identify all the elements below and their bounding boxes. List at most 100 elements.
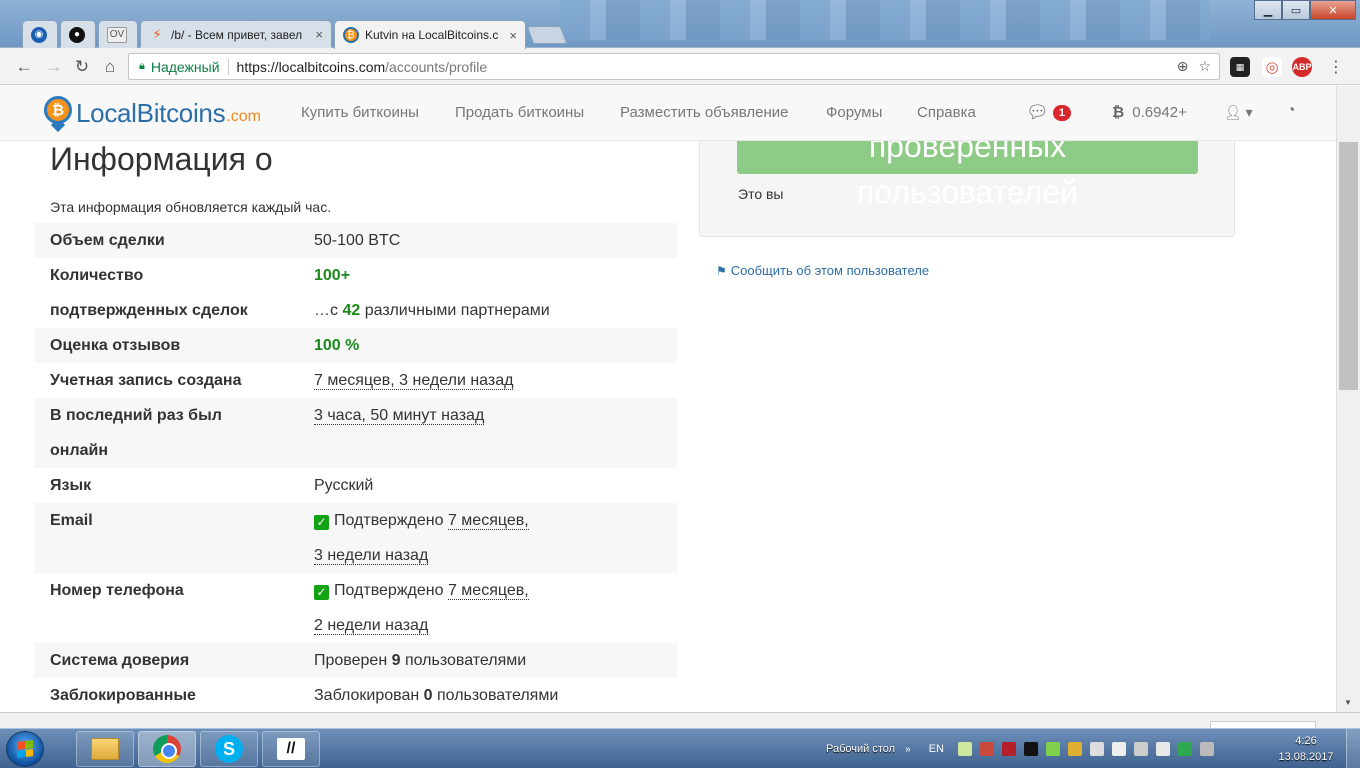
- zoom-icon[interactable]: ⊕: [1177, 58, 1189, 75]
- tray-app-icon[interactable]: [979, 742, 994, 756]
- clock-date: 13.08.2017: [1278, 751, 1334, 763]
- home-button[interactable]: ⌂: [98, 55, 122, 79]
- row-key: Оценка отзывов: [50, 337, 181, 354]
- nav-wallet[interactable]: ₿ 0.6942+: [1112, 104, 1187, 121]
- target-icon[interactable]: ◎: [1262, 57, 1282, 77]
- menu-button[interactable]: ⋮: [1324, 55, 1348, 79]
- tray-app-icon[interactable]: [1023, 742, 1038, 756]
- close-window-button[interactable]: ✕: [1310, 0, 1356, 20]
- arrow-right-icon: →: [45, 57, 63, 76]
- row-value: 100+ …с 42 различными партнерами: [314, 258, 677, 328]
- row-key: Количество подтвержденных сделок: [50, 267, 248, 319]
- site-navbar: ₿ LocalBitcoins .com Купить биткоины Про…: [0, 86, 1336, 141]
- tray-app-icon[interactable]: [957, 742, 972, 756]
- show-desktop-button[interactable]: [1346, 729, 1360, 768]
- tab-pinned-github[interactable]: ●: [60, 20, 96, 48]
- messages-badge: 1: [1052, 104, 1071, 121]
- desktop-toolbar-label[interactable]: Рабочий стол: [826, 743, 895, 755]
- network-icon[interactable]: [1199, 742, 1214, 756]
- row-key: Язык: [50, 477, 92, 494]
- tray-app-icon[interactable]: [1177, 742, 1192, 756]
- tray-app-icon[interactable]: [1001, 742, 1016, 756]
- address-bar[interactable]: 🔒︎ Надежный https://localbitcoins.com /a…: [128, 53, 1220, 80]
- maximize-button[interactable]: ▭: [1282, 0, 1310, 20]
- scroll-down-icon[interactable]: ▼: [1344, 698, 1352, 707]
- nav-help[interactable]: Справка: [917, 104, 976, 121]
- trusted-users-button[interactable]: проверенных пользователей: [737, 141, 1198, 210]
- table-row: Email ✓ Подтверждено 7 месяцев, 3 недели …: [34, 503, 677, 573]
- close-icon[interactable]: ×: [509, 28, 517, 43]
- profile-info-table: Объем сделки 50-100 BTC Количество подтв…: [34, 223, 677, 712]
- bookmark-star-icon[interactable]: ☆: [1198, 58, 1211, 75]
- row-value: ✓ Подтверждено 7 месяцев, 3 недели назад: [314, 512, 529, 565]
- button-label-line2: пользователей: [857, 174, 1078, 210]
- back-button[interactable]: ←: [12, 55, 36, 79]
- trust-panel: проверенных пользователей Это вы: [699, 141, 1235, 237]
- page-scrollbar[interactable]: ▲ ▼: [1336, 86, 1360, 712]
- taskbar-chrome[interactable]: [138, 731, 196, 767]
- report-user-link[interactable]: ⚑ Сообщить об этом пользователе: [716, 263, 929, 278]
- reload-button[interactable]: ↻: [70, 55, 94, 79]
- download-bar: [0, 712, 1360, 731]
- nav-post-ad[interactable]: Разместить объявление: [620, 104, 788, 121]
- site-logo[interactable]: ₿ LocalBitcoins .com: [44, 96, 261, 133]
- confirmed-trades-count: 100+: [314, 267, 351, 284]
- nav-sell[interactable]: Продать биткоины: [455, 104, 584, 121]
- taskbar-explorer[interactable]: [76, 731, 134, 767]
- scrollbar-thumb[interactable]: [1339, 142, 1358, 390]
- close-icon[interactable]: ×: [315, 27, 323, 42]
- usb-device-icon[interactable]: [1155, 742, 1170, 756]
- network-signal-icon[interactable]: [1133, 742, 1148, 756]
- row-value: Русский: [314, 477, 374, 494]
- chevron-right-icon[interactable]: »: [905, 744, 911, 755]
- system-tray: Рабочий стол » EN: [826, 729, 1222, 768]
- nav-dashboard[interactable]: ◔: [1286, 102, 1296, 120]
- partners-text: …с 42 различными партнерами: [314, 302, 550, 319]
- flag-notification-icon[interactable]: [1111, 742, 1126, 756]
- tab-localbitcoins[interactable]: ₿ Kutvin на LocalBitcoins.c ×: [334, 20, 526, 49]
- button-label-line1: проверенных: [868, 141, 1067, 164]
- brand-domain: .com: [226, 108, 261, 125]
- adblock-icon[interactable]: ABP: [1292, 57, 1312, 77]
- nav-buy[interactable]: Купить биткоины: [301, 104, 419, 121]
- taskbar-skype[interactable]: S: [200, 731, 258, 767]
- taskbar-app[interactable]: //: [262, 731, 320, 767]
- location-pin-icon: ◉: [31, 26, 47, 43]
- tab-2ch[interactable]: ⚡ /b/ - Всем привет, завел ×: [140, 20, 332, 48]
- forward-button[interactable]: →: [42, 55, 66, 79]
- system-clock[interactable]: 4:26 13.08.2017: [1276, 733, 1336, 765]
- page-content: Информация о Эта информация обновляется …: [0, 141, 1336, 712]
- browser-titlebar: ◉ ● OV ⚡ /b/ - Всем привет, завел × ₿ Ku…: [0, 0, 1360, 49]
- volume-icon[interactable]: [1089, 742, 1104, 756]
- tab-title: /b/ - Всем привет, завел: [171, 27, 303, 42]
- table-row: Номер телефона ✓ Подтверждено 7 месяцев, …: [34, 573, 677, 643]
- nav-forums[interactable]: Форумы: [826, 104, 882, 121]
- clock-time: 4:26: [1295, 735, 1317, 747]
- window-controls: ▁ ▭ ✕: [1254, 0, 1356, 20]
- speaker-icon[interactable]: [1067, 742, 1082, 756]
- feedback-score: 100 %: [314, 337, 360, 354]
- row-key: Заблокированные: [50, 687, 196, 704]
- tab-pinned-maps[interactable]: ◉: [22, 20, 58, 48]
- row-value: Заблокирован 0 пользователями: [314, 687, 559, 704]
- kebab-menu-icon: ⋮: [1328, 59, 1344, 76]
- row-value: 7 месяцев, 3 недели назад: [314, 363, 677, 398]
- row-key: Email: [50, 512, 93, 529]
- page-title: Информация о: [50, 141, 273, 177]
- github-icon: ●: [69, 26, 85, 43]
- wallet-balance: 0.6942+: [1132, 104, 1187, 121]
- minimize-button[interactable]: ▁: [1254, 0, 1282, 20]
- start-button[interactable]: [6, 731, 44, 767]
- tab-pinned-ov[interactable]: OV: [98, 20, 138, 48]
- download-arrow-icon[interactable]: [1045, 742, 1060, 756]
- language-indicator[interactable]: EN: [929, 743, 944, 755]
- nav-user-menu[interactable]: 👤︎ ▾: [1224, 104, 1253, 121]
- lightning-icon: ⚡: [152, 26, 162, 42]
- row-key: Учетная запись создана: [50, 372, 242, 389]
- update-notice: Эта информация обновляется каждый час.: [50, 199, 332, 215]
- caret-down-icon: ▾: [1245, 104, 1253, 120]
- new-tab-button[interactable]: [526, 26, 568, 44]
- nav-messages[interactable]: 💬︎ 1: [1026, 102, 1071, 123]
- drawing-app-icon: //: [277, 738, 305, 760]
- trello-icon[interactable]: ▦: [1230, 57, 1250, 77]
